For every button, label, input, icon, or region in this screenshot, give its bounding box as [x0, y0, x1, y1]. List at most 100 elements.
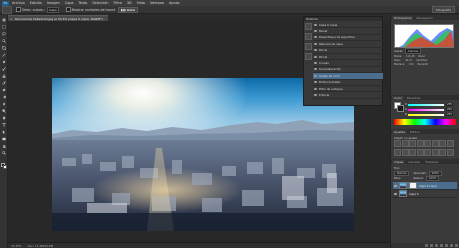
menu-archivo[interactable]: Archivo [12, 1, 25, 5]
properties-panel-icon[interactable] [305, 43, 312, 50]
vibrance-icon[interactable] [424, 140, 431, 147]
link-layers-icon[interactable] [425, 244, 428, 247]
auto-select-checkbox[interactable] [16, 7, 21, 12]
history-brush-tool-icon[interactable] [2, 81, 6, 85]
photo-filter-icon[interactable] [394, 149, 401, 156]
rectangle-tool-icon[interactable] [2, 137, 6, 141]
menu-ayuda[interactable]: Ayuda [169, 1, 179, 5]
hue-saturation-icon[interactable] [431, 140, 439, 147]
delete-layer-icon[interactable] [455, 244, 458, 247]
blue-slider-track[interactable] [408, 113, 444, 116]
tool-preset-picker[interactable] [2, 5, 12, 14]
zoom-tool-icon[interactable] [2, 151, 6, 155]
move-tool-icon[interactable] [2, 18, 6, 22]
blue-slider[interactable]: B 255 [405, 113, 453, 116]
tab-paths[interactable]: Trazados [423, 160, 441, 164]
healing-brush-tool-icon[interactable] [2, 60, 6, 64]
layer-style-icon[interactable] [430, 244, 433, 247]
red-slider-track[interactable] [408, 103, 444, 106]
blue-value-field[interactable]: 255 [446, 113, 453, 116]
close-document-icon[interactable]: × [10, 17, 13, 21]
visibility-eye-icon[interactable] [394, 192, 397, 195]
history-panel-icon[interactable] [305, 23, 312, 30]
clone-stamp-tool-icon[interactable] [2, 74, 6, 78]
tab-channels[interactable]: Canales [406, 160, 423, 164]
lasso-tool-icon[interactable] [2, 32, 6, 36]
fill-field[interactable]: 100% [425, 175, 440, 181]
background-color-swatch[interactable] [3, 165, 7, 169]
histogram-channel-dropdown[interactable]: Colores [404, 48, 422, 54]
blend-mode-dropdown[interactable]: Normal [394, 170, 410, 176]
workspace-switcher[interactable]: Fotografía [431, 6, 455, 13]
history-panel-tab[interactable]: Historia [304, 17, 382, 21]
curves-icon[interactable] [409, 140, 416, 147]
background-swatch[interactable] [397, 105, 404, 112]
history-item[interactable]: Enfocar [313, 92, 383, 99]
tab-color[interactable]: Color [392, 96, 404, 100]
status-bar: 33,33% Doc: 11,4M/22,8M [8, 242, 390, 248]
tab-histogram[interactable]: Histograma [392, 16, 414, 20]
stat-label: Desv.: [394, 59, 402, 62]
posterize-icon[interactable] [424, 149, 431, 156]
channel-mixer-icon[interactable] [401, 149, 409, 156]
green-slider-track[interactable] [408, 108, 444, 111]
menu-texto[interactable]: Texto [78, 1, 87, 5]
visibility-eye-icon[interactable] [394, 184, 397, 187]
tab-adjustments[interactable]: Ajustes [392, 130, 407, 134]
stat-label: Nivel: [418, 55, 426, 58]
eraser-tool-icon[interactable] [2, 88, 6, 92]
red-value-field[interactable]: 255 [446, 103, 453, 106]
eyedropper-tool-icon[interactable] [2, 53, 6, 57]
dodge-tool-icon[interactable] [2, 109, 6, 113]
tab-styles[interactable]: Estilos [407, 130, 422, 134]
new-layer-icon[interactable] [450, 244, 453, 247]
actions-panel-icon[interactable] [305, 33, 312, 40]
group-icon[interactable] [445, 244, 448, 247]
info-panel-icon[interactable] [305, 53, 312, 60]
tab-navigator[interactable]: Navegador [414, 16, 435, 20]
layer-row[interactable]: Capa 0 [393, 190, 457, 198]
exposure-icon[interactable] [416, 140, 424, 147]
black-white-icon[interactable] [446, 140, 454, 147]
menu-edicion[interactable]: Edición [30, 1, 42, 5]
levels-icon[interactable] [401, 140, 409, 147]
selective-color-icon[interactable] [446, 149, 454, 156]
menu-seleccion[interactable]: Selección [92, 1, 108, 5]
quick-selection-tool-icon[interactable] [2, 39, 6, 43]
tab-swatches[interactable]: Muestras [404, 96, 423, 100]
crop-tool-icon[interactable] [2, 46, 6, 50]
invert-icon[interactable] [416, 149, 424, 156]
adjustment-layer-icon[interactable] [440, 244, 443, 247]
type-tool-icon[interactable] [2, 123, 6, 127]
pen-tool-icon[interactable] [2, 116, 6, 120]
color-lookup-icon[interactable] [409, 149, 416, 156]
green-value-field[interactable]: 255 [446, 108, 453, 111]
gradient-map-icon[interactable] [439, 149, 446, 156]
auto-select-target-dropdown[interactable]: Capa [46, 6, 59, 13]
add-mask-icon[interactable] [435, 244, 438, 247]
red-slider[interactable]: R 255 [405, 103, 453, 106]
brush-tool-icon[interactable] [2, 67, 6, 71]
brightness-contrast-icon[interactable] [394, 140, 401, 147]
marquee-tool-icon[interactable] [2, 25, 6, 29]
gradient-tool-icon[interactable] [2, 95, 6, 99]
green-slider[interactable]: G 255 [405, 108, 453, 111]
menu-vista[interactable]: Vista [137, 1, 145, 5]
layer-row[interactable]: Capa 0 copia [393, 182, 457, 190]
color-spectrum-ramp[interactable] [394, 119, 456, 125]
color-balance-icon[interactable] [439, 140, 446, 147]
menu-ventana[interactable]: Ventana [150, 1, 164, 5]
menu-filtro[interactable]: Filtro [114, 1, 122, 5]
menu-3d[interactable]: 3D [127, 1, 132, 5]
zoom-level[interactable]: 33,33% [11, 244, 22, 248]
layer-mask-thumbnail[interactable] [409, 182, 417, 189]
show-transform-checkbox[interactable] [65, 7, 71, 12]
hand-tool-icon[interactable] [2, 144, 6, 148]
align-buttons-group[interactable]: ▮▮▮ ▬▬▬ [117, 6, 139, 13]
menu-capa[interactable]: Capa [65, 1, 74, 5]
path-selection-tool-icon[interactable] [2, 130, 6, 134]
threshold-icon[interactable] [431, 149, 439, 156]
blur-tool-icon[interactable] [2, 102, 6, 106]
tab-layers[interactable]: Capas [392, 160, 406, 164]
menu-imagen[interactable]: Imagen [47, 1, 60, 5]
